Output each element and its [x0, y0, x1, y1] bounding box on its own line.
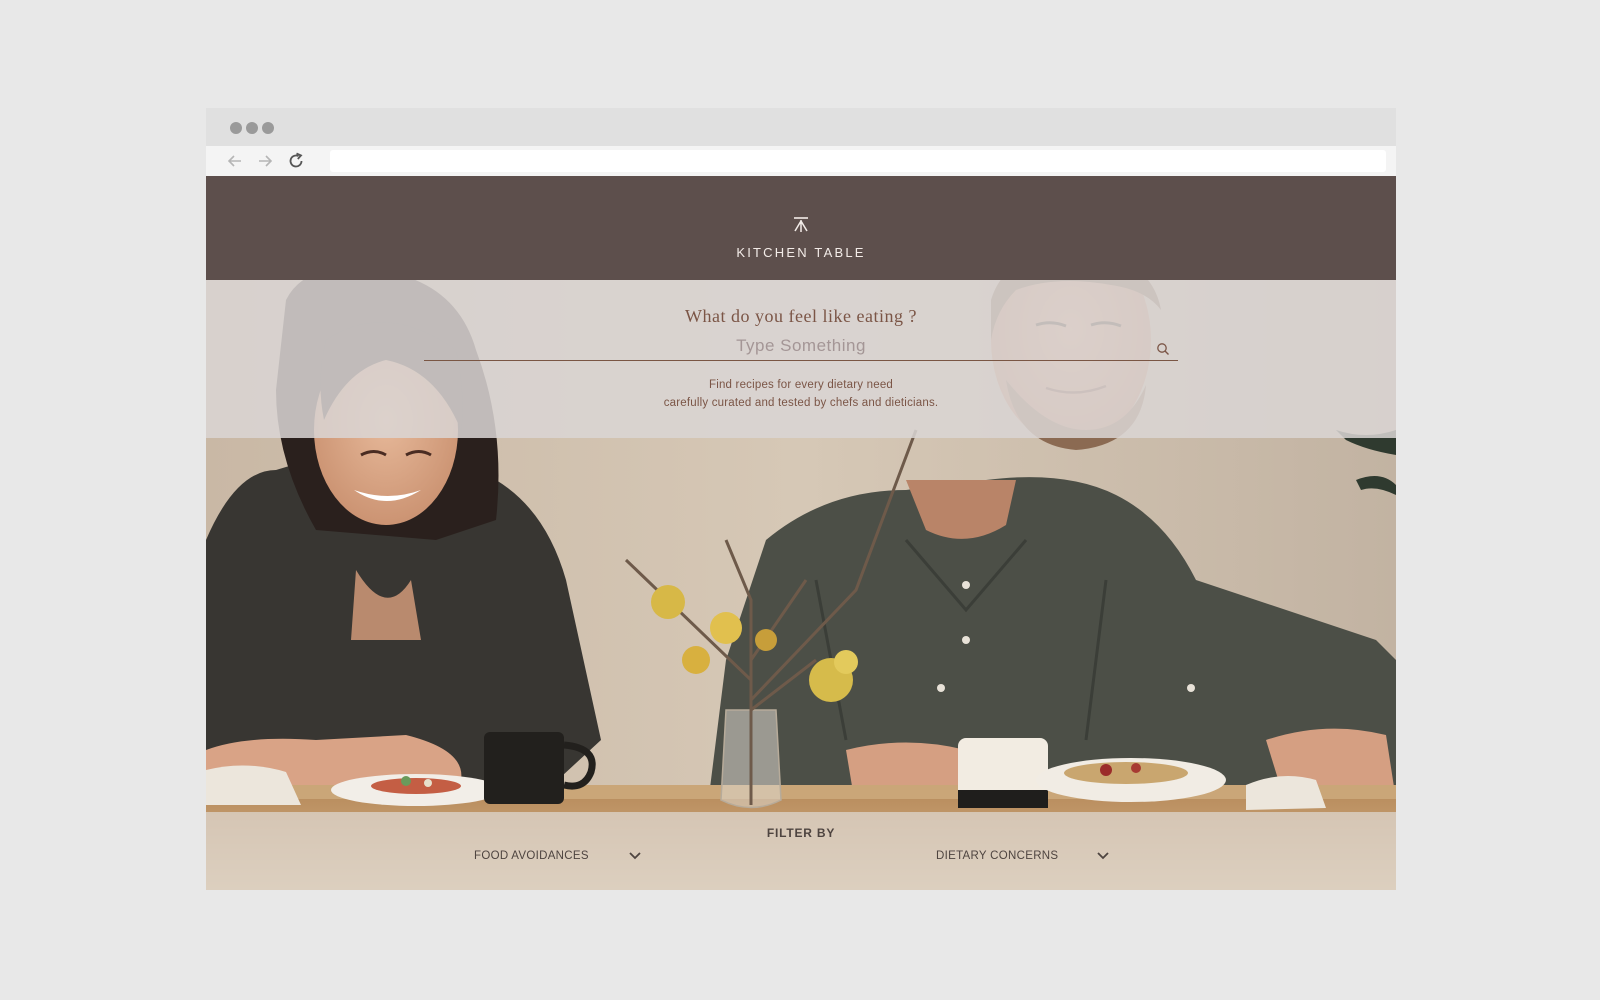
site-header: KITCHEN TABLE [206, 176, 1396, 280]
food-avoidances-dropdown[interactable]: FOOD AVOIDANCES [474, 846, 644, 868]
browser-toolbar [206, 146, 1396, 176]
window-dot-icon[interactable] [230, 122, 242, 134]
search-heading: What do you feel like eating ? [685, 306, 917, 326]
dropdown-label: FOOD AVOIDANCES [474, 850, 589, 862]
window-dot-icon[interactable] [246, 122, 258, 134]
browser-titlebar [206, 108, 1396, 146]
dietary-concerns-dropdown[interactable]: DIETARY CONCERNS [936, 846, 1111, 868]
tagline: Find recipes for every dietary need care… [206, 376, 1396, 412]
filter-bar: FILTER BY FOOD AVOIDANCES DIETARY CONCER… [206, 812, 1396, 890]
tagline-line: Find recipes for every dietary need [708, 379, 894, 391]
brand-name[interactable]: KITCHEN TABLE [206, 245, 1396, 260]
kitchen-table-logo-icon[interactable] [791, 216, 811, 234]
reload-icon[interactable] [285, 150, 307, 172]
search-panel: What do you feel like eating ? Find reci… [206, 280, 1396, 438]
browser-window: KITCHEN TABLE What do you feel like eati… [206, 108, 1396, 890]
search-icon[interactable] [1156, 342, 1170, 356]
chevron-down-icon [629, 852, 641, 860]
chevron-down-icon [1097, 852, 1109, 860]
back-arrow-icon[interactable] [224, 150, 246, 172]
filter-title: FILTER BY [766, 826, 836, 840]
hero-section: What do you feel like eating ? Find reci… [206, 280, 1396, 890]
tagline-line: carefully curated and tested by chefs an… [663, 397, 939, 409]
forward-arrow-icon[interactable] [254, 150, 276, 172]
address-bar[interactable] [330, 150, 1386, 172]
dropdown-label: DIETARY CONCERNS [936, 850, 1059, 862]
search-input[interactable] [424, 332, 1178, 361]
window-dot-icon[interactable] [262, 122, 274, 134]
